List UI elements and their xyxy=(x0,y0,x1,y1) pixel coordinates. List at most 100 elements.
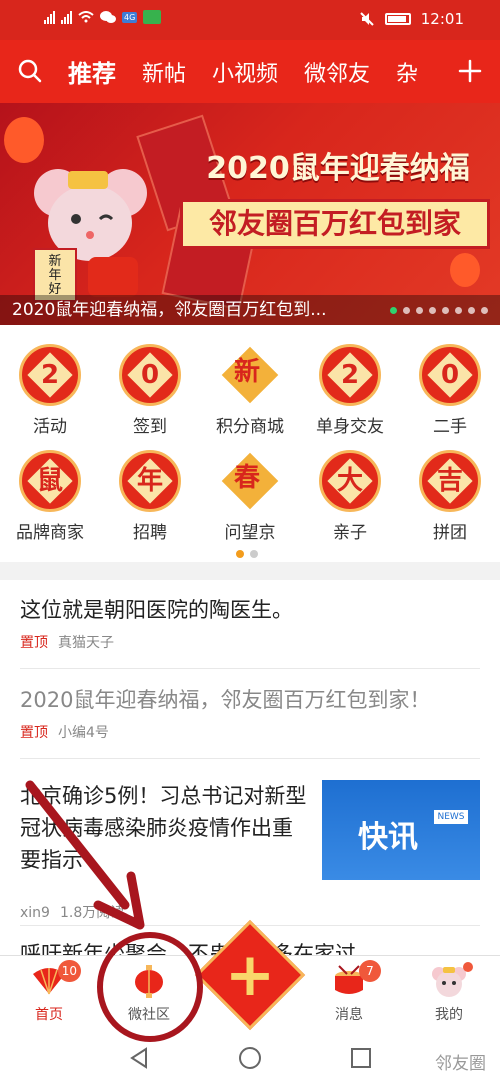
grid-item-label: 品牌商家 xyxy=(16,523,84,543)
grid-item-activity[interactable]: 2 活动 xyxy=(0,344,100,437)
tab-new-posts[interactable]: 新帖 xyxy=(142,56,186,88)
grid-badge-icon: 鼠 xyxy=(19,450,81,512)
promo-banner[interactable]: 新 年 好 2020鼠年迎春纳福 邻友圈百万红包到家 2020鼠年迎春纳福，邻友… xyxy=(0,103,500,325)
grid-item-ask-wangjing[interactable]: 春 问望京 xyxy=(200,450,300,543)
tab-recommend[interactable]: 推荐 xyxy=(68,54,116,89)
top-nav: 推荐 新帖 小视频 微邻友 杂 xyxy=(0,40,500,103)
post-stats: 1.8万阅读 xyxy=(59,905,125,921)
status-time: 12:01 xyxy=(420,10,464,28)
feed-post[interactable]: 北京确诊5例！习总书记对新型冠状病毒感染肺炎疫情作出重要指示 xin9 1.8万阅… xyxy=(20,780,310,922)
tab-short-video[interactable]: 小视频 xyxy=(212,56,278,88)
banner-headline: 2020鼠年迎春纳福 xyxy=(206,151,470,186)
grid-item-label: 亲子 xyxy=(333,523,367,543)
grid-item-points-mall[interactable]: 新 积分商城 xyxy=(200,344,300,437)
tab-label: 首页 xyxy=(35,1007,63,1023)
grid-item-brand-merchants[interactable]: 鼠 品牌商家 xyxy=(0,450,100,543)
grid-page-dot xyxy=(236,550,244,558)
grid-item-jobs[interactable]: 年 招聘 xyxy=(100,450,200,543)
grid-badge-icon: 吉 xyxy=(419,450,481,512)
unread-dot xyxy=(463,962,473,972)
chat-icon xyxy=(100,11,116,23)
post-feed: 这位就是朝阳医院的陶医生。 置顶 真猫天子 2020鼠年迎春纳福，邻友圈百万红包到… xyxy=(0,580,500,955)
grid-item-checkin[interactable]: 0 签到 xyxy=(100,344,200,437)
grid-page-dot xyxy=(250,550,258,558)
tab-messages[interactable]: 7 消息 xyxy=(314,960,384,1024)
lantern-icon xyxy=(135,965,163,998)
lantern-decoration xyxy=(450,253,480,287)
banner-dot xyxy=(403,307,410,314)
search-icon[interactable] xyxy=(18,59,42,83)
tab-micro-community[interactable]: 微社区 xyxy=(114,964,184,1024)
recents-icon[interactable] xyxy=(350,1047,372,1069)
grid-item-label: 拼团 xyxy=(433,523,467,543)
post-thumbnail[interactable]: 快讯 NEWS xyxy=(322,780,480,880)
mouse-avatar-icon xyxy=(432,967,466,997)
grid-item-group-buy[interactable]: 吉 拼团 xyxy=(400,450,500,543)
iqiyi-icon xyxy=(143,10,162,24)
status-right-icons: 12:01 xyxy=(359,10,464,28)
mouse-mascot-illustration: 新 年 好 xyxy=(33,169,147,302)
notification-badge: 10 xyxy=(57,960,81,982)
grid-badge-icon: 2 xyxy=(19,344,81,406)
wifi-icon xyxy=(78,11,94,23)
post-title: 2020鼠年迎春纳福，邻友圈百万红包到家！ xyxy=(20,688,431,712)
app-screen: 4G 12:01 推荐 新帖 小视频 微邻友 杂 新 年 好 2020鼠年迎春纳… xyxy=(0,0,500,1083)
feed-post[interactable]: 2020鼠年迎春纳福，邻友圈百万红包到家！ 置顶 小编4号 xyxy=(20,684,482,742)
post-author: xin9 xyxy=(20,905,50,921)
grid-item-label: 问望京 xyxy=(224,523,276,543)
channel-tabs: 推荐 新帖 小视频 微邻友 杂 xyxy=(68,40,418,103)
grid-badge-icon: 0 xyxy=(119,344,181,406)
home-icon[interactable] xyxy=(238,1046,262,1070)
back-icon[interactable] xyxy=(128,1047,150,1069)
feed-post[interactable]: 这位就是朝阳医院的陶医生。 置顶 真猫天子 xyxy=(20,594,482,652)
plus-icon: + xyxy=(224,940,276,1010)
grid-badge-icon: 年 xyxy=(119,450,181,512)
tab-neighbor-friends[interactable]: 微邻友 xyxy=(304,56,370,88)
banner-dot xyxy=(481,307,488,314)
add-channel-icon[interactable] xyxy=(458,59,482,83)
grid-pagination xyxy=(236,550,258,558)
grid-item-label: 活动 xyxy=(33,417,67,437)
pinned-tag: 置顶 xyxy=(20,635,48,651)
notification-badge: 7 xyxy=(359,960,381,982)
svg-text:年: 年 xyxy=(48,268,61,283)
banner-subheadline: 邻友圈百万红包到家 xyxy=(180,199,490,249)
banner-dot xyxy=(416,307,423,314)
status-left-icons: 4G xyxy=(44,10,162,24)
tab-label: 微社区 xyxy=(128,1007,170,1023)
app-chip-icon: 4G xyxy=(122,11,138,23)
banner-dot xyxy=(442,307,449,314)
grid-badge-icon: 0 xyxy=(419,344,481,406)
grid-badge-icon: 新 xyxy=(219,344,281,406)
banner-dot xyxy=(468,307,475,314)
tab-label: 消息 xyxy=(335,1007,363,1023)
grid-item-parenting[interactable]: 大 亲子 xyxy=(300,450,400,543)
signal-icon-2 xyxy=(61,10,72,24)
tab-label: 我的 xyxy=(435,1007,463,1023)
grid-item-label: 二手 xyxy=(433,417,467,437)
feature-grid: 2 活动 0 签到 新 积分商城 2 单身交友 0 二手 鼠 品牌商家 年 招聘… xyxy=(0,330,500,560)
post-author: 小编4号 xyxy=(58,725,109,741)
post-title: 北京确诊5例！习总书记对新型冠状病毒感染肺炎疫情作出重要指示 xyxy=(20,784,307,872)
battery-icon xyxy=(384,13,411,25)
banner-dot xyxy=(390,307,397,314)
grid-badge-icon: 大 xyxy=(319,450,381,512)
tab-profile[interactable]: 我的 xyxy=(414,962,484,1024)
news-badge: NEWS xyxy=(434,810,468,824)
mute-icon xyxy=(360,12,374,26)
grid-item-second-hand[interactable]: 0 二手 xyxy=(400,344,500,437)
banner-dot xyxy=(429,307,436,314)
tab-misc[interactable]: 杂 xyxy=(396,56,418,88)
banner-dot xyxy=(455,307,462,314)
section-divider xyxy=(0,562,500,580)
signal-icon xyxy=(44,10,55,24)
pinned-tag: 置顶 xyxy=(20,725,48,741)
tab-home[interactable]: 10 首页 xyxy=(14,960,84,1024)
feed-divider xyxy=(20,668,480,669)
svg-text:新: 新 xyxy=(48,253,61,269)
post-meta: 置顶 小编4号 xyxy=(20,722,482,742)
grid-item-label: 单身交友 xyxy=(316,417,384,437)
grid-item-singles-dating[interactable]: 2 单身交友 xyxy=(300,344,400,437)
post-meta: 置顶 真猫天子 xyxy=(20,632,482,652)
grid-badge-icon: 2 xyxy=(319,344,381,406)
